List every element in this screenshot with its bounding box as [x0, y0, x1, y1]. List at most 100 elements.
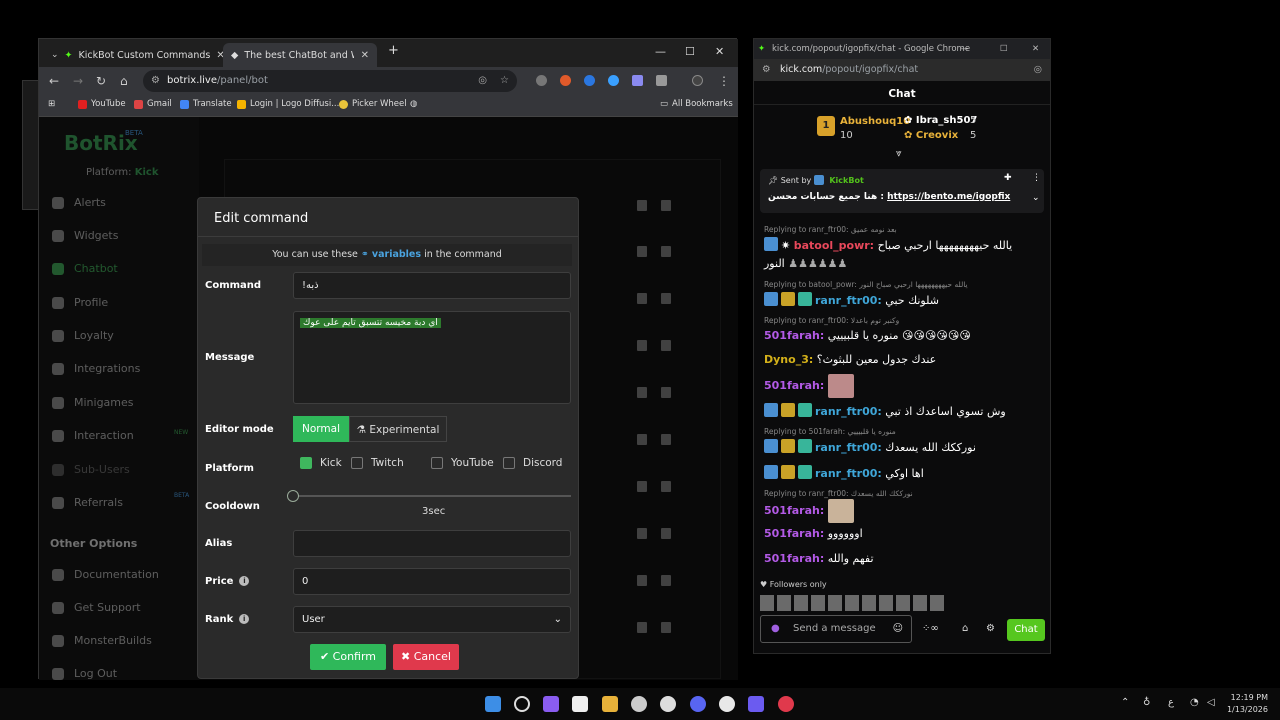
chat-username[interactable]: ranr_ftr00:	[815, 405, 882, 418]
slider-handle[interactable]	[287, 490, 299, 502]
eye-off-icon[interactable]: ◎	[478, 70, 487, 92]
extension-icon[interactable]	[536, 75, 547, 86]
star-icon[interactable]: ☆	[500, 70, 509, 92]
back-icon[interactable]: ←	[49, 74, 59, 88]
wifi-icon[interactable]: ◔	[1190, 697, 1199, 708]
extension-icon[interactable]	[584, 75, 595, 86]
maximize-icon[interactable]: ☐	[685, 45, 695, 58]
app-icon[interactable]	[631, 696, 647, 712]
new-tab-icon[interactable]: +	[388, 43, 399, 58]
tab-search-icon[interactable]: ⌄	[51, 50, 59, 60]
store-icon[interactable]	[572, 696, 588, 712]
platform-twitch-checkbox[interactable]: Twitch	[351, 457, 404, 469]
chevron-up-icon[interactable]: ⌃	[1121, 697, 1129, 708]
chat-username[interactable]: 501farah:	[764, 379, 824, 392]
cancel-button[interactable]: ✖ Cancel	[393, 644, 459, 670]
apps-icon[interactable]: ⊞	[48, 99, 55, 109]
bookmark-translate[interactable]: Translate	[180, 99, 232, 109]
mic-icon[interactable]: ♁	[1143, 697, 1150, 708]
tab-botrix[interactable]: ◆ The best ChatBot and Widgets ✕	[223, 43, 377, 67]
viewer-avatars[interactable]	[760, 595, 946, 611]
confirm-button[interactable]: ✔ Confirm	[310, 644, 386, 670]
volume-icon[interactable]: ◁	[1207, 697, 1215, 708]
bookmark-gmail[interactable]: Gmail	[134, 99, 172, 109]
language-indicator[interactable]: ع	[1168, 697, 1174, 708]
chat-username[interactable]: 501farah:	[764, 552, 824, 565]
url-field[interactable]: ⚙ kick.com/popout/igopfix/chat ◎	[754, 59, 1050, 81]
avatar[interactable]	[692, 75, 703, 86]
leaderboard-name[interactable]: Abushouq10	[840, 116, 910, 127]
extension-icon[interactable]	[632, 75, 643, 86]
leaderboard-entry[interactable]: ✿ Ibra_sh507	[904, 115, 977, 126]
discord-icon[interactable]	[690, 696, 706, 712]
close-window-icon[interactable]: ✕	[715, 45, 724, 58]
puzzle-icon[interactable]	[656, 75, 667, 86]
tab-kickbot[interactable]: ⌄ ✦ KickBot Custom Commands ✕	[43, 43, 225, 67]
bookmark-login[interactable]: Login | Logo Diffusi...	[237, 99, 339, 109]
reload-icon[interactable]: ↻	[96, 74, 106, 88]
clock[interactable]: 12:19 PM 1/13/2026	[1227, 692, 1268, 716]
chat-username[interactable]: 501farah:	[764, 527, 824, 540]
extension-icon[interactable]	[608, 75, 619, 86]
url-path: /panel/bot	[217, 75, 268, 86]
more-icon[interactable]: ⋮	[1032, 173, 1041, 183]
infinity-icon[interactable]: ⁘∞	[922, 623, 939, 634]
info-icon[interactable]: i	[239, 614, 250, 624]
copilot-icon[interactable]	[543, 696, 559, 712]
extension-icon[interactable]	[560, 75, 571, 86]
platform-youtube-checkbox[interactable]: YouTube	[431, 457, 494, 469]
chat-username[interactable]: 501farah:	[764, 504, 824, 517]
eye-off-icon[interactable]: ◎	[1034, 59, 1042, 81]
pin-icon[interactable]: ✚	[1004, 173, 1012, 183]
minimize-icon[interactable]: —	[960, 39, 969, 59]
steam-icon[interactable]	[660, 696, 676, 712]
chat-username[interactable]: ranr_ftr00:	[815, 441, 882, 454]
chat-username[interactable]: Dyno_3:	[764, 353, 813, 366]
gear-icon[interactable]: ⚙	[986, 623, 995, 634]
bookmark-picker-wheel[interactable]: Picker Wheel	[339, 99, 407, 109]
cooldown-slider[interactable]	[293, 495, 571, 497]
mode-experimental-button[interactable]: ⚗ Experimental	[349, 416, 447, 442]
all-bookmarks[interactable]: ▭ All Bookmarks	[660, 99, 733, 109]
platform-discord-checkbox[interactable]: Discord	[503, 457, 562, 469]
store-icon[interactable]: ⌂	[962, 623, 968, 634]
send-message-input[interactable]: ● Send a message ☺	[760, 615, 912, 643]
chat-username[interactable]: batool_powr:	[794, 239, 874, 252]
variables-link[interactable]: variables	[372, 249, 421, 260]
site-info-icon[interactable]: ⚙	[151, 70, 160, 92]
info-icon[interactable]: i	[239, 576, 250, 586]
mode-normal-button[interactable]: Normal	[293, 416, 349, 442]
alias-input[interactable]	[293, 530, 571, 557]
command-input[interactable]: !ذبه	[293, 272, 571, 299]
price-input[interactable]: 0	[293, 568, 571, 595]
maximize-icon[interactable]: ☐	[1000, 39, 1008, 59]
emoji-icon[interactable]: ☺	[893, 616, 903, 642]
rank-select[interactable]: User ⌄	[293, 606, 571, 633]
mic-icon[interactable]: ●	[771, 616, 780, 642]
forward-icon[interactable]: →	[73, 74, 83, 88]
home-icon[interactable]: ⌂	[120, 74, 128, 88]
close-icon[interactable]: ✕	[361, 50, 369, 61]
chat-username[interactable]: 501farah:	[764, 329, 824, 342]
folder-icon[interactable]	[602, 696, 618, 712]
app-icon[interactable]	[748, 696, 764, 712]
chrome-icon[interactable]	[719, 696, 735, 712]
chevron-down-icon[interactable]: ⌄	[1032, 193, 1040, 203]
chevron-down-icon[interactable]: ⩔	[896, 148, 902, 159]
bookmark-youtube[interactable]: YouTube	[78, 99, 126, 109]
url-field[interactable]: botrix.live/panel/bot ⚙ ◎ ☆	[143, 70, 517, 92]
media-icon[interactable]	[778, 696, 794, 712]
pinned-link[interactable]: https://bento.me/igopfix	[887, 192, 1010, 202]
close-window-icon[interactable]: ✕	[1032, 39, 1039, 59]
leaderboard-entry[interactable]: ✿ Creovix	[904, 130, 958, 141]
chat-username[interactable]: ranr_ftr00:	[815, 294, 882, 307]
globe-icon[interactable]: ◍	[410, 99, 417, 109]
chat-send-button[interactable]: Chat	[1007, 619, 1045, 641]
menu-icon[interactable]: ⋮	[718, 74, 730, 88]
start-icon[interactable]	[485, 696, 501, 712]
platform-kick-checkbox[interactable]: Kick	[300, 457, 342, 469]
message-textarea[interactable]: اي دبة مخيسه تتسبق تايم على عوك	[293, 311, 571, 404]
minimize-icon[interactable]: —	[655, 45, 666, 58]
search-icon[interactable]	[514, 696, 530, 712]
chat-username[interactable]: ranr_ftr00:	[815, 467, 882, 480]
